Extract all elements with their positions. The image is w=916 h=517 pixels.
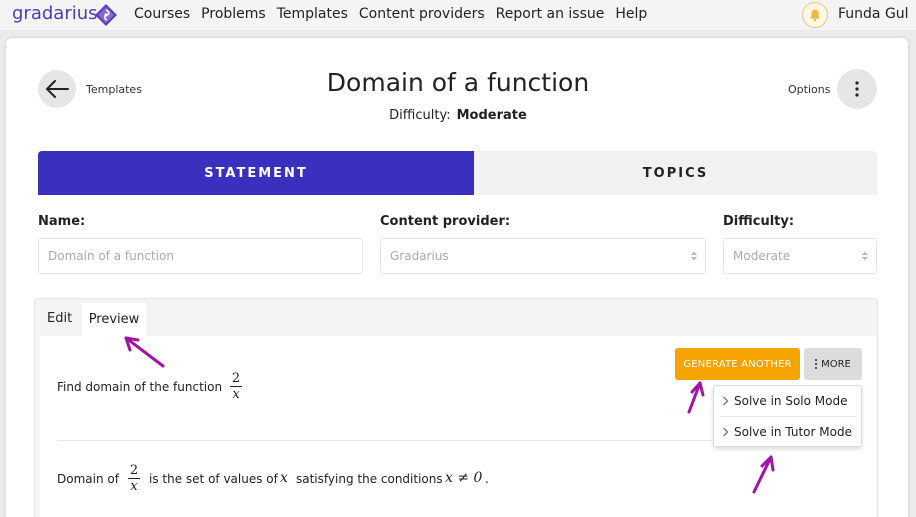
fraction-denominator: x [232,387,240,402]
difficulty-summary-value: Moderate [456,108,527,123]
difficulty-value: Moderate [733,249,791,263]
select-arrows-icon [691,251,697,261]
nav-problems[interactable]: Problems [201,6,266,22]
options-button[interactable] [837,69,877,109]
vertical-dots-icon [815,359,818,369]
chevron-right-icon [723,396,729,406]
tab-preview[interactable]: Preview [82,303,146,336]
menu-solve-solo[interactable]: Solve in Solo Mode [714,386,861,416]
name-input[interactable]: Domain of a function [38,238,363,274]
divider [57,440,712,441]
nav-help[interactable]: Help [615,6,647,22]
solution-suffix: satisfying the conditions [296,472,443,486]
solution-fraction-denominator: x [130,479,138,494]
solution-middle: is the set of values of [149,472,278,486]
page-title: Domain of a function [326,68,590,97]
nav-courses[interactable]: Courses [134,6,190,22]
bell-icon [810,9,820,22]
difficulty-select[interactable]: Moderate [723,238,877,274]
difficulty-summary-label: Difficulty: [389,108,451,123]
solution-prefix: Domain of [57,472,119,486]
menu-solve-tutor-label: Solve in Tutor Mode [734,425,852,439]
nav-templates[interactable]: Templates [277,6,348,22]
tab-topics[interactable]: TOPICS [474,151,877,195]
solution-fraction: 2 x [128,463,140,494]
more-button[interactable]: MORE [804,348,862,380]
nav-content-providers[interactable]: Content providers [359,6,485,22]
menu-solve-tutor[interactable]: Solve in Tutor Mode [714,417,861,447]
problem-text: Find domain of the function [57,380,223,394]
gradarius-logo-icon[interactable] [94,3,118,27]
solution-condition: x ≠ 0 [445,470,483,486]
notifications-button[interactable] [802,2,828,28]
more-label: MORE [821,358,851,370]
nav-report-issue[interactable]: Report an issue [496,6,605,22]
brand-name[interactable]: gradarius [12,3,98,24]
select-arrows-icon [862,251,868,261]
fraction-two-over-x: 2 x [230,371,242,402]
solution-variable: x [280,470,288,486]
user-name[interactable]: Funda Gul [838,6,909,22]
tab-statement[interactable]: STATEMENT [38,151,474,195]
fraction-numerator: 2 [231,371,241,386]
menu-solve-solo-label: Solve in Solo Mode [734,394,848,408]
vertical-dots-icon [855,81,859,97]
options-label[interactable]: Options [788,83,830,96]
top-nav-bar: gradarius Courses Problems Templates Con… [0,0,916,30]
content-provider-label: Content provider: [380,214,511,229]
more-dropdown-menu: Solve in Solo Mode Solve in Tutor Mode [713,385,862,447]
difficulty-summary: Difficulty: Moderate [0,108,916,123]
tab-edit[interactable]: Edit [47,311,72,326]
difficulty-label: Difficulty: [723,214,795,229]
content-provider-select[interactable]: Gradarius [380,238,706,274]
chevron-right-icon [723,427,729,437]
name-label: Name: [38,214,86,229]
generate-another-button[interactable]: GENERATE ANOTHER [675,348,800,380]
nav-menu: Courses Problems Templates Content provi… [134,6,658,22]
solution-end: . [485,472,489,486]
solution-fraction-numerator: 2 [129,463,139,478]
content-provider-value: Gradarius [390,249,449,263]
